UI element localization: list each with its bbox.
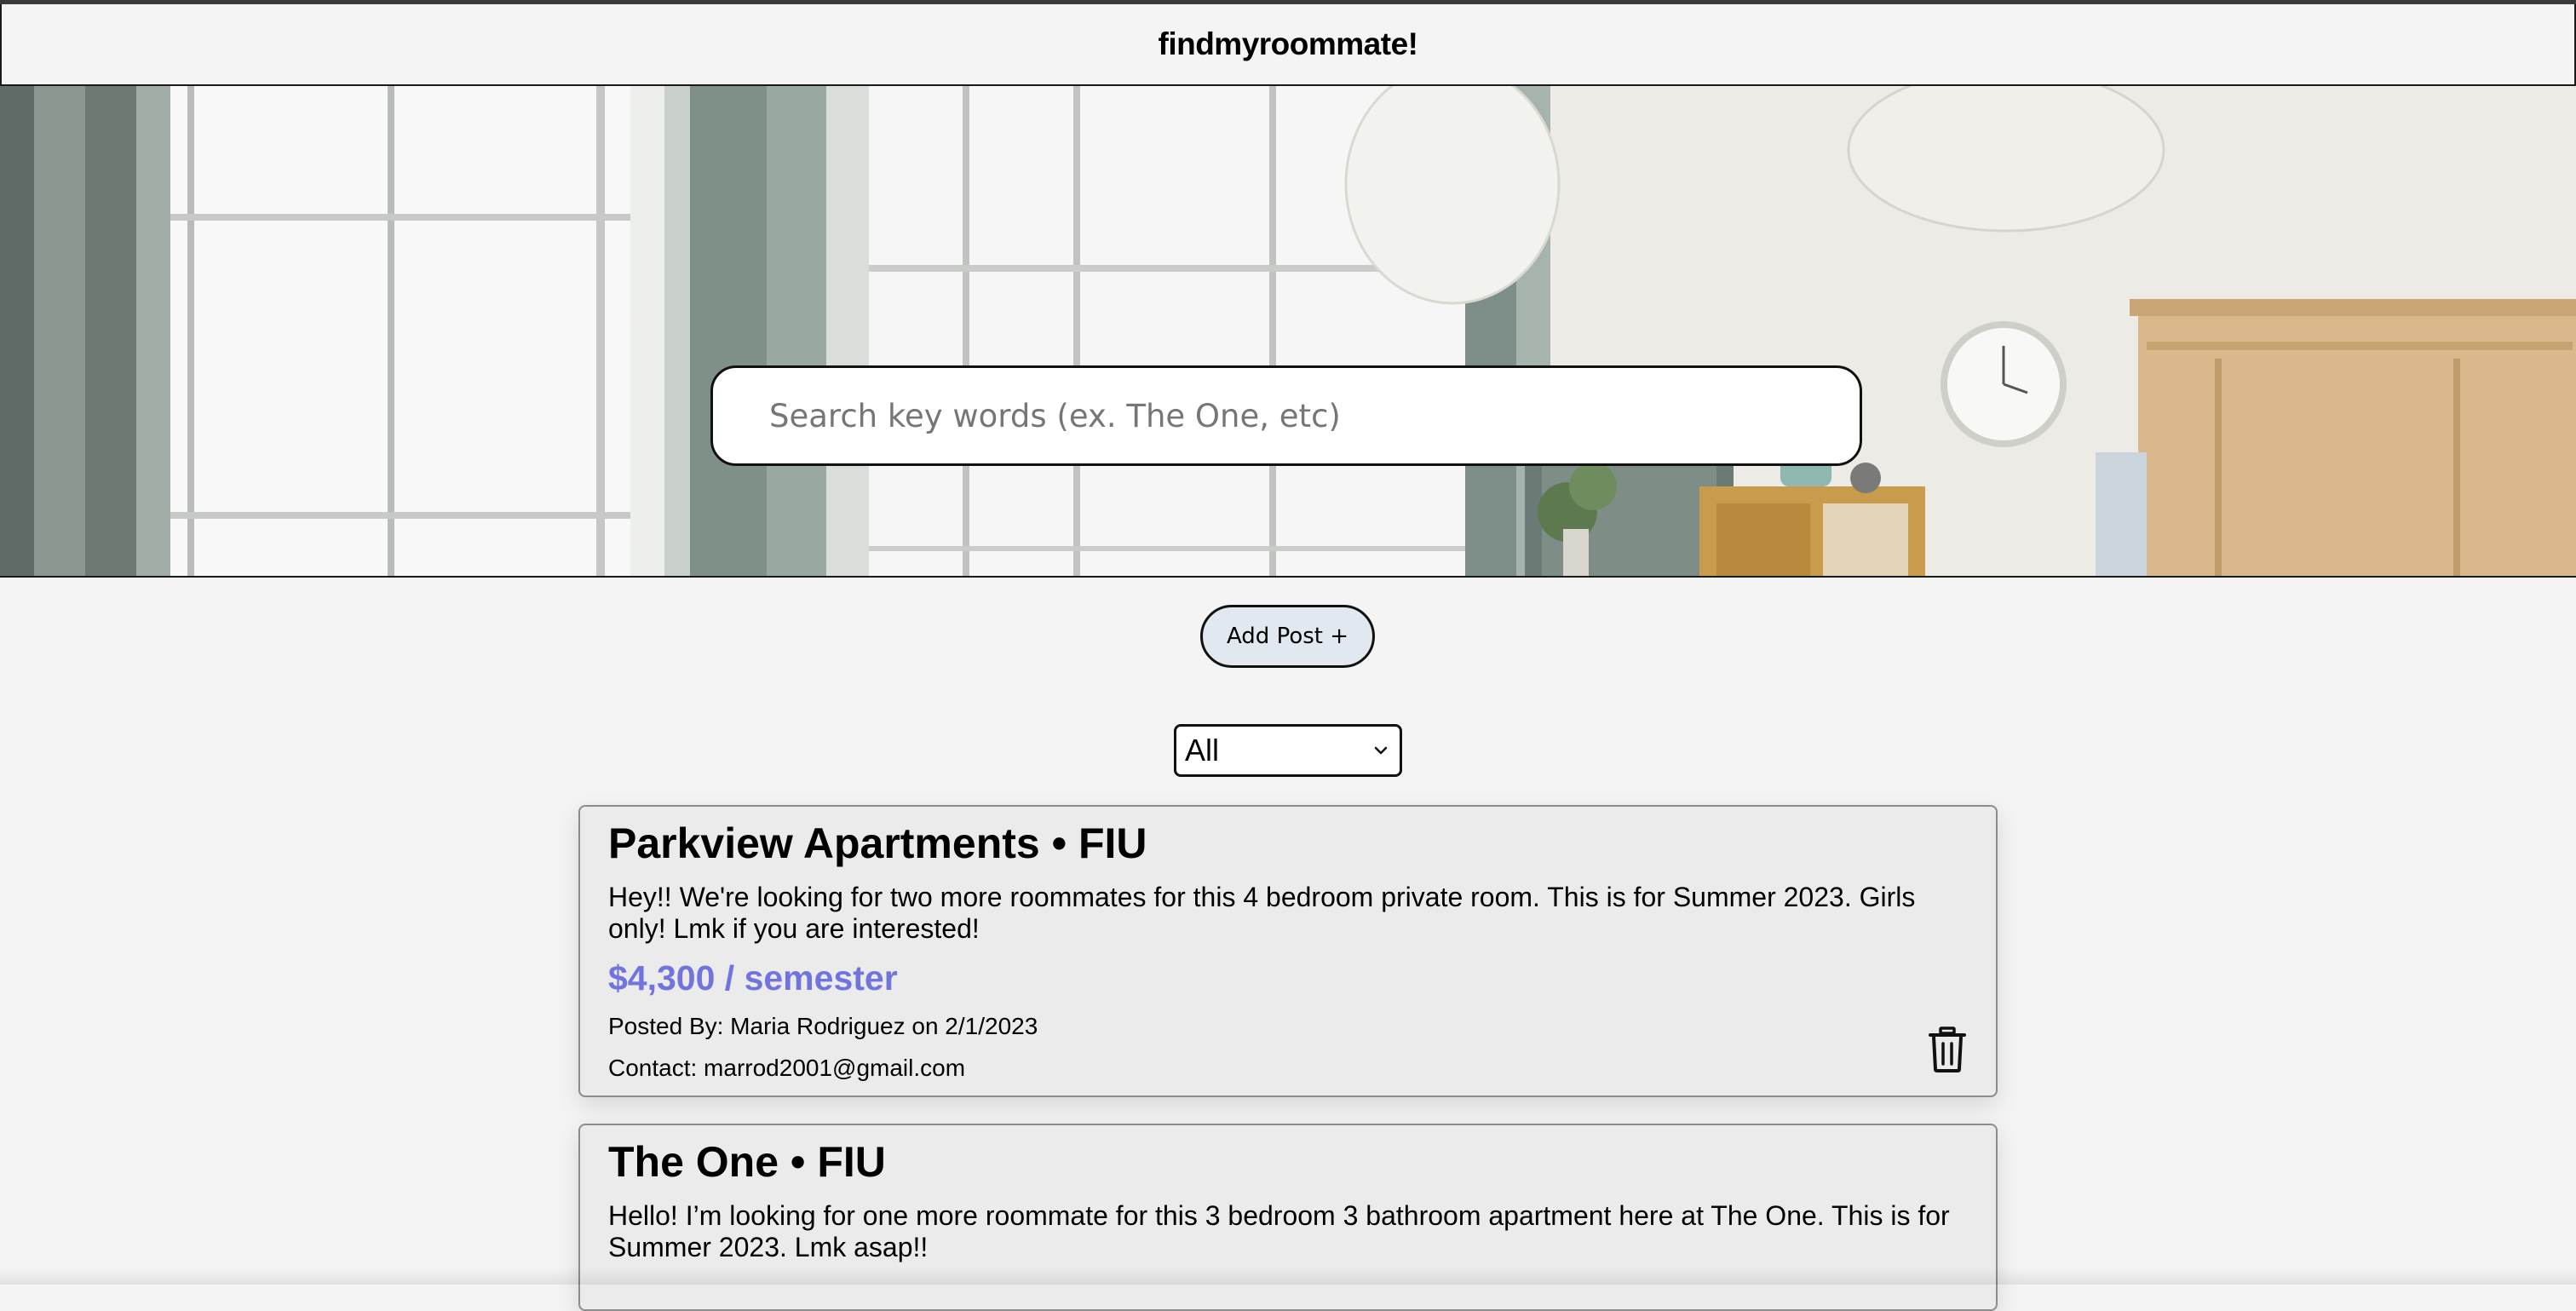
filter-select[interactable]: All: [1174, 724, 1402, 777]
post-author-date: Posted By: Maria Rodriguez on 2/1/2023: [608, 1013, 1038, 1039]
navbar: findmyroommate!: [0, 4, 2576, 86]
filter-selected-value: All: [1185, 733, 1220, 768]
brand-logo-text[interactable]: findmyroommate!: [1159, 26, 1418, 62]
post-description: Hey!! We're looking for two more roommat…: [608, 882, 1916, 944]
add-post-label: Add Post +: [1226, 624, 1349, 649]
hero-banner: [0, 86, 2576, 578]
post-description: Hello! I’m looking for one more roommate…: [608, 1200, 1950, 1262]
post-contact: Contact: marrod2001@gmail.com: [608, 1055, 966, 1081]
post-card: The One • FIU Hello! I’m looking for one…: [578, 1124, 1998, 1311]
add-post-button[interactable]: Add Post +: [1200, 605, 1375, 668]
chevron-down-icon: [1374, 746, 1388, 755]
post-price: $4,300 / semester: [608, 958, 898, 998]
search-input[interactable]: [768, 396, 1793, 435]
trash-icon[interactable]: [1928, 1026, 1967, 1072]
hero-background-image: [0, 86, 2576, 576]
post-title: Parkview Apartments • FIU: [608, 819, 1147, 867]
search-box[interactable]: [710, 365, 1862, 466]
post-title: The One • FIU: [608, 1138, 886, 1186]
post-card: Parkview Apartments • FIU Hey!! We're lo…: [578, 805, 1998, 1097]
